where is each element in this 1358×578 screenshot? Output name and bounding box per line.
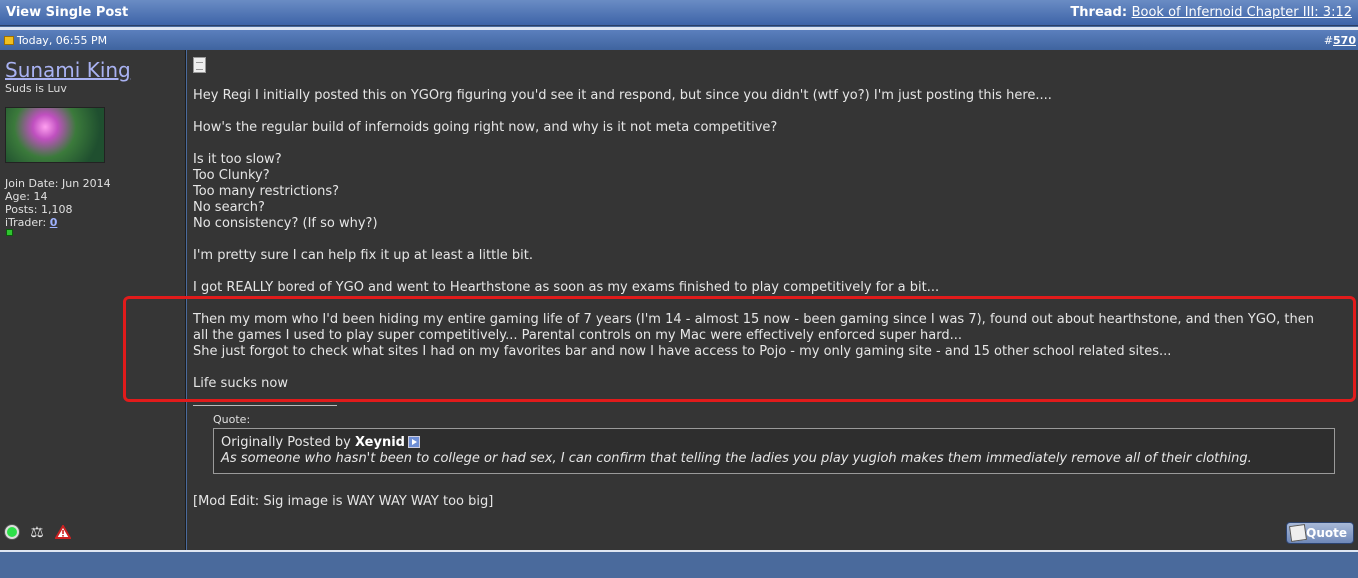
itrader-label: iTrader:	[5, 216, 47, 229]
document-icon	[193, 57, 206, 73]
quote-box: Originally Posted by Xeynid As someone w…	[213, 428, 1335, 474]
user-posts: Posts: 1,108	[5, 203, 73, 216]
join-date: Join Date: Jun 2014	[5, 177, 111, 190]
message-line: No consistency? (If so why?)	[193, 216, 378, 231]
message-line: Is it too slow?	[193, 152, 282, 167]
thread-link[interactable]: Book of Infernoid Chapter III: 3:12	[1132, 5, 1352, 20]
footer-strip	[0, 550, 1358, 578]
message-line: How's the regular build of infernoids go…	[193, 120, 778, 135]
quote-button-label: Quote	[1306, 526, 1347, 540]
user-info: Join Date: Jun 2014 Age: 14 Posts: 1,108…	[5, 177, 111, 229]
page-title: View Single Post	[6, 5, 129, 20]
user-title: Suds is Luv	[5, 82, 67, 95]
quote-pencil-icon	[1288, 523, 1308, 543]
thread-info: Thread: Book of Infernoid Chapter III: 3…	[1070, 5, 1352, 20]
itrader: iTrader: 0	[5, 216, 111, 229]
avatar	[5, 107, 105, 163]
online-status-icon[interactable]	[5, 525, 19, 539]
message-line: She just forgot to check what sites I ha…	[193, 344, 1172, 359]
post-date-text: Today, 06:55 PM	[17, 33, 108, 47]
user-age: Age: 14	[5, 190, 48, 203]
post-header-bar: Today, 06:55 PM #570	[0, 30, 1358, 50]
post-date: Today, 06:55 PM	[4, 34, 107, 47]
post-number: #570	[1324, 34, 1356, 47]
message-line: Too Clunky?	[193, 168, 270, 183]
user-action-icons: ⚖	[5, 524, 71, 540]
message-line: I'm pretty sure I can help fix it up at …	[193, 248, 534, 263]
quote-button[interactable]: Quote	[1286, 522, 1354, 544]
message-line: Then my mom who I'd been hiding my entir…	[193, 312, 1314, 327]
post-hash: #	[1323, 33, 1334, 47]
message-line: Hey Regi I initially posted this on YGOr…	[193, 88, 1052, 103]
message-line: I got REALLY bored of YGO and went to He…	[193, 280, 940, 295]
quote-separator	[193, 405, 337, 406]
rep-icon	[6, 229, 13, 236]
quote-label: Quote:	[213, 413, 251, 426]
report-warning-icon[interactable]	[55, 525, 71, 539]
post-icon	[4, 35, 14, 45]
quote-attribution: Originally Posted by Xeynid	[221, 435, 1327, 451]
reputation-scale-icon[interactable]: ⚖	[27, 524, 47, 540]
username-link[interactable]: Sunami King	[5, 58, 131, 82]
message-line: No search?	[193, 200, 265, 215]
view-post-icon[interactable]	[407, 436, 420, 448]
message-line: Too many restrictions?	[193, 184, 340, 199]
quote-author: Xeynid	[354, 435, 405, 450]
itrader-link[interactable]: 0	[50, 216, 58, 229]
post-message: Hey Regi I initially posted this on YGOr…	[193, 88, 1343, 392]
quote-text: As someone who hasn't been to college or…	[221, 451, 1252, 466]
title-bar: View Single Post Thread: Book of Inferno…	[0, 0, 1358, 26]
message-line: all the games I used to play super compe…	[193, 328, 963, 343]
mod-edit-note: [Mod Edit: Sig image is WAY WAY WAY too …	[193, 494, 494, 509]
thread-label: Thread:	[1070, 5, 1128, 20]
message-line: Life sucks now	[193, 376, 288, 391]
originally-posted-by: Originally Posted by	[221, 435, 351, 450]
user-panel: Sunami King Suds is Luv Join Date: Jun 2…	[0, 50, 186, 550]
post-content: Hey Regi I initially posted this on YGOr…	[187, 50, 1358, 550]
post-number-link[interactable]: 570	[1333, 34, 1356, 47]
